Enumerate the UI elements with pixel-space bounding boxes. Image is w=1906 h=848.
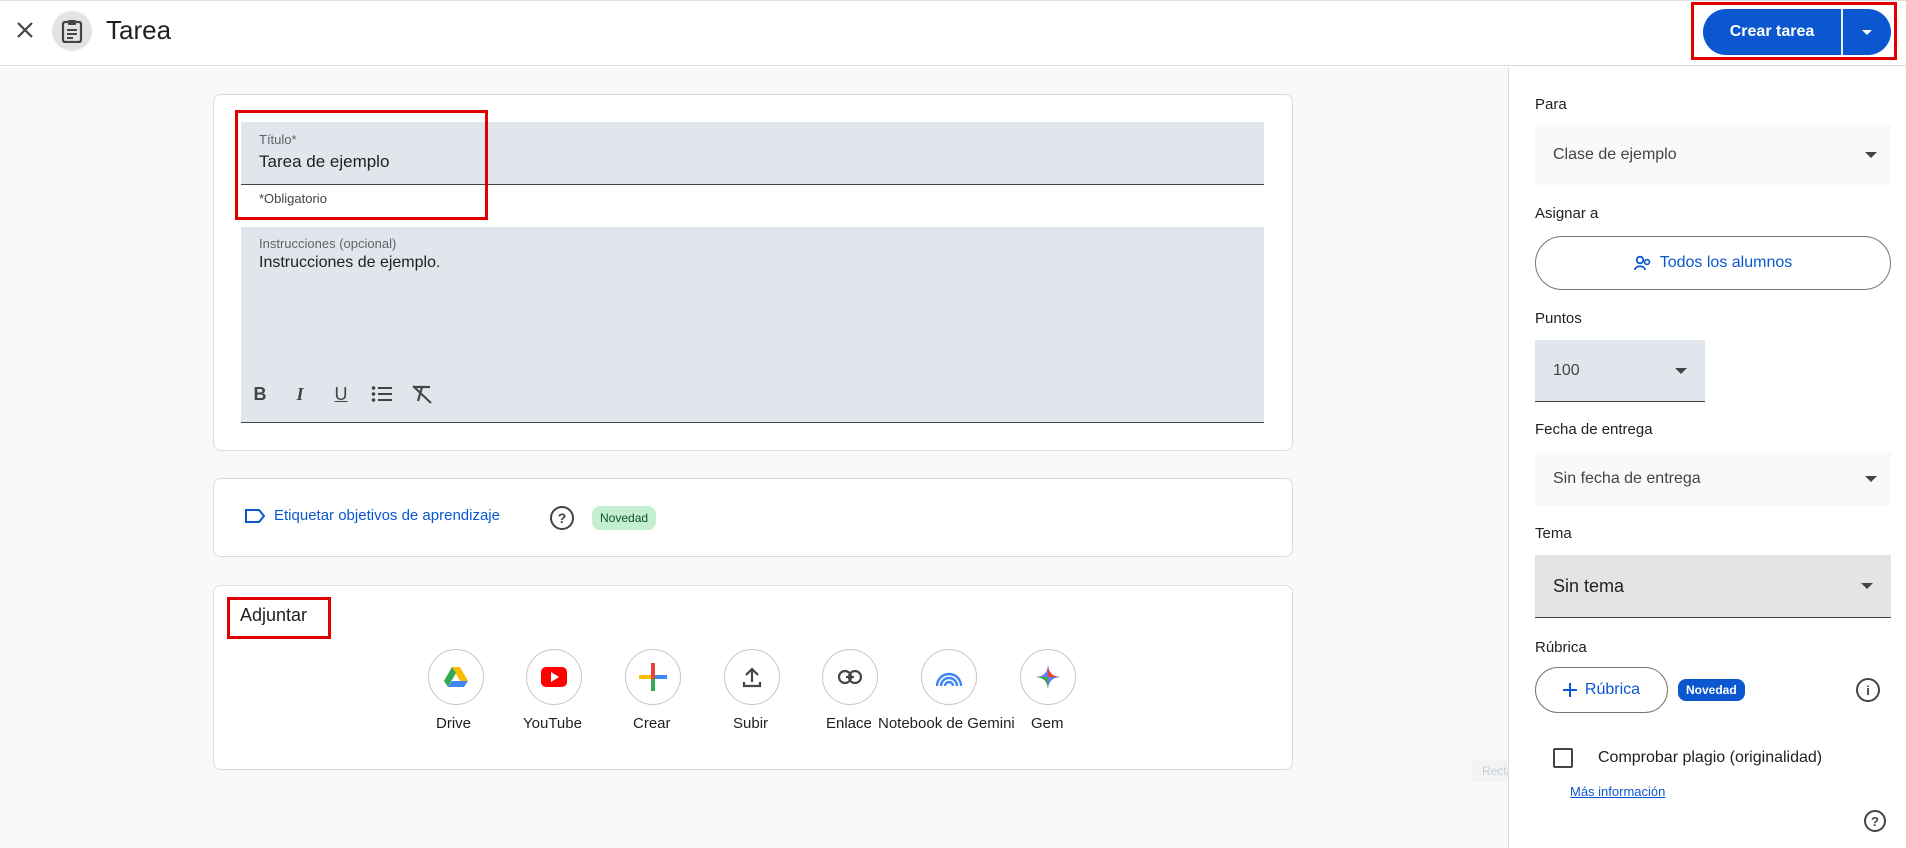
- close-icon: [17, 22, 33, 38]
- bulleted-list-icon: [371, 386, 392, 402]
- attach-drive-button[interactable]: [428, 649, 484, 705]
- attach-youtube-button[interactable]: [526, 649, 582, 705]
- help-circle-icon[interactable]: ?: [550, 506, 574, 530]
- due-date-label: Fecha de entrega: [1535, 421, 1653, 438]
- close-button[interactable]: [10, 15, 40, 45]
- chevron-down-icon: [1861, 583, 1873, 589]
- plus-icon: [1562, 683, 1577, 697]
- attach-upload-label: Subir: [733, 715, 769, 732]
- instructions-field[interactable]: Instrucciones (opcional) Instrucciones d…: [241, 227, 1264, 423]
- attach-youtube-label: YouTube: [523, 715, 582, 732]
- bulleted-list-button[interactable]: [370, 382, 394, 406]
- assign-students-label: Todos los alumnos: [1659, 254, 1793, 271]
- highlight-create-button: [1691, 2, 1897, 60]
- points-select[interactable]: 100: [1535, 340, 1705, 402]
- attach-gem-label: Gem: [1031, 715, 1064, 732]
- attach-upload-button[interactable]: [724, 649, 780, 705]
- help-icon[interactable]: ?: [1864, 810, 1886, 832]
- underline-button[interactable]: U: [329, 382, 353, 406]
- highlight-title-field: [235, 110, 488, 220]
- clear-formatting-button[interactable]: [410, 382, 434, 406]
- topic-value: Sin tema: [1553, 575, 1625, 596]
- attach-link-button[interactable]: [822, 649, 878, 705]
- for-label: Para: [1535, 96, 1567, 113]
- topic-select[interactable]: Sin tema: [1535, 555, 1891, 618]
- tag-learning-objectives-label: Etiquetar objetivos de aprendizaje: [274, 507, 500, 524]
- new-badge: Novedad: [592, 506, 657, 530]
- highlight-attach-title: [227, 597, 331, 639]
- top-bar: Tarea Crear tarea: [0, 0, 1906, 66]
- assign-students-button[interactable]: Todos los alumnos: [1535, 236, 1891, 290]
- attach-create-button[interactable]: [625, 649, 681, 705]
- attach-gem-button[interactable]: [1020, 649, 1076, 705]
- drive-icon: [444, 667, 468, 687]
- due-date-value: Sin fecha de entrega: [1553, 470, 1701, 487]
- people-icon: [1633, 255, 1650, 271]
- chevron-down-icon: [1675, 367, 1687, 374]
- add-rubric-button[interactable]: Rúbrica: [1535, 667, 1668, 713]
- clear-formatting-icon: [412, 385, 432, 404]
- chevron-down-icon: [1865, 476, 1877, 482]
- youtube-icon: [541, 667, 567, 687]
- italic-icon: I: [296, 383, 304, 404]
- label-tag-icon: [245, 508, 266, 523]
- bold-button[interactable]: B: [248, 382, 272, 406]
- topic-label: Tema: [1535, 525, 1572, 542]
- class-select[interactable]: Clase de ejemplo: [1535, 125, 1891, 185]
- points-label: Puntos: [1535, 310, 1582, 327]
- instructions-label: Instrucciones (opcional): [259, 236, 397, 251]
- instructions-input[interactable]: Instrucciones de ejemplo.: [259, 254, 440, 272]
- info-icon[interactable]: i: [1856, 678, 1880, 702]
- tag-learning-objectives-link[interactable]: Etiquetar objetivos de aprendizaje: [244, 507, 500, 524]
- italic-button[interactable]: I: [288, 382, 312, 406]
- due-date-select[interactable]: Sin fecha de entrega: [1535, 452, 1891, 506]
- more-info-link[interactable]: Más información: [1570, 784, 1665, 799]
- attach-gemini-notebook-label: Notebook de Gemini: [878, 715, 1015, 732]
- attach-gemini-notebook-button[interactable]: [921, 649, 977, 705]
- chevron-down-icon: [1865, 152, 1877, 158]
- attach-link-label: Enlace: [826, 715, 872, 732]
- points-value: 100: [1553, 361, 1580, 379]
- plus-icon: [639, 663, 667, 691]
- link-icon: [838, 670, 862, 684]
- assignment-icon: [52, 11, 92, 51]
- rubric-label: Rúbrica: [1535, 639, 1587, 656]
- page-title: Tarea: [106, 15, 172, 45]
- underline-icon: U: [334, 383, 348, 404]
- notebook-icon: [935, 672, 963, 686]
- bold-icon: B: [253, 383, 267, 404]
- plagiarism-checkbox[interactable]: [1553, 748, 1573, 768]
- rubric-new-badge: Novedad: [1678, 679, 1745, 701]
- plagiarism-label: Comprobar plagio (originalidad): [1598, 749, 1823, 766]
- add-rubric-label: Rúbrica: [1584, 681, 1641, 698]
- attach-drive-label: Drive: [436, 715, 472, 732]
- class-select-value: Clase de ejemplo: [1553, 146, 1677, 163]
- attach-create-label: Crear: [633, 715, 671, 732]
- gem-icon: [1036, 665, 1060, 689]
- upload-icon: [742, 667, 762, 688]
- assign-to-label: Asignar a: [1535, 205, 1599, 222]
